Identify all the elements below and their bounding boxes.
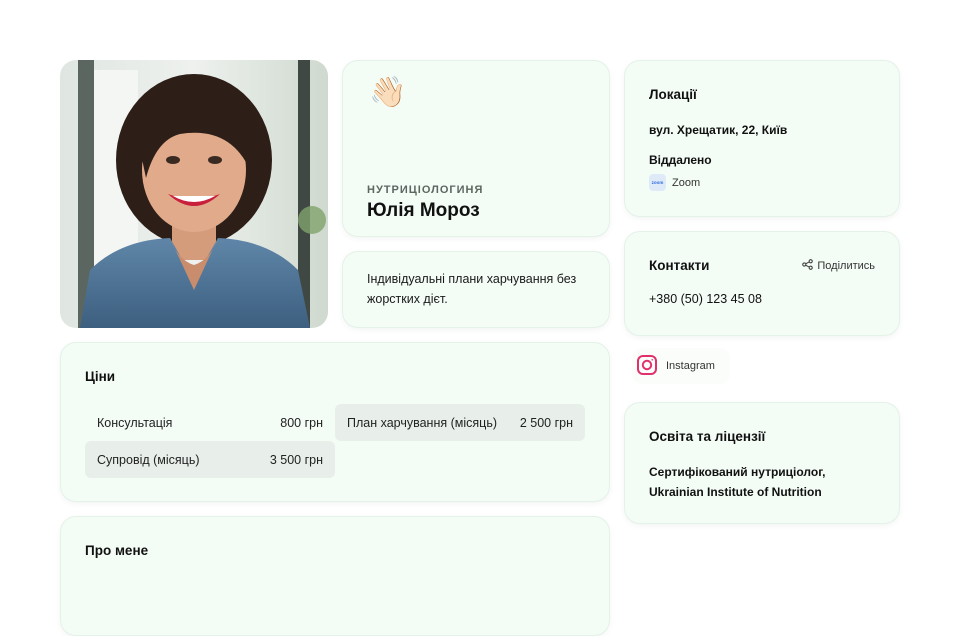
price-item-value: 2 500 грн — [519, 415, 573, 430]
instagram-label: Instagram — [666, 360, 715, 372]
education-card: Освіта та ліцензії Сертифікований нутриц… — [624, 402, 900, 524]
share-icon — [802, 259, 814, 273]
instagram-link[interactable]: Instagram — [632, 348, 730, 384]
price-item-label: План харчування (місяць) — [347, 415, 497, 430]
phone-number[interactable]: +380 (50) 123 45 08 — [649, 292, 762, 306]
portrait-illustration — [60, 60, 328, 328]
intro-card: 👋🏻 НУТРИЦІОЛОГИНЯ Юлія Мороз — [342, 60, 610, 237]
zoom-icon: zoom — [649, 174, 666, 191]
price-item: Супровід (місяць) 3 500 грн — [85, 441, 335, 478]
profile-photo — [60, 60, 328, 328]
waving-hand-icon: 👋🏻 — [369, 76, 407, 109]
zoom-link[interactable]: zoom Zoom — [649, 174, 700, 191]
share-label: Поділитись — [817, 260, 875, 272]
profile-role: НУТРИЦІОЛОГИНЯ — [367, 184, 484, 196]
education-text: Сертифікований нутриціолог, Ukrainian In… — [649, 465, 826, 499]
about-title: Про мене — [85, 543, 149, 558]
zoom-label: Zoom — [672, 176, 701, 189]
locations-card: Локації вул. Хрещатик, 22, Київ Віддален… — [624, 60, 900, 217]
prices-title: Ціни — [85, 369, 116, 384]
price-item: Консультація 800 грн — [85, 404, 335, 441]
locations-title: Локації — [649, 87, 697, 102]
about-card: Про мене — [60, 516, 610, 636]
prices-card: Ціни Консультація 800 грн План харчуванн… — [60, 342, 610, 502]
share-button[interactable]: Поділитись — [802, 259, 875, 273]
instagram-icon — [636, 354, 658, 379]
profile-name: Юлія Мороз — [367, 200, 480, 221]
price-item: План харчування (місяць) 2 500 грн — [335, 404, 585, 441]
price-item-value: 800 грн — [280, 415, 323, 430]
contacts-title: Контакти — [649, 258, 710, 273]
contacts-card: Контакти Поділитись +380 (50) 123 45 08 — [624, 231, 900, 336]
education-title: Освіта та ліцензії — [649, 429, 766, 444]
price-item-label: Супровід (місяць) — [97, 452, 200, 467]
profile-tagline: Індивідуальні плани харчування без жорст… — [367, 272, 577, 306]
price-item-value: 3 500 грн — [269, 452, 323, 467]
remote-label: Віддалено — [649, 153, 712, 167]
tagline-card: Індивідуальні плани харчування без жорст… — [342, 251, 610, 328]
price-item-label: Консультація — [97, 415, 173, 430]
location-address: вул. Хрещатик, 22, Київ — [649, 123, 788, 137]
